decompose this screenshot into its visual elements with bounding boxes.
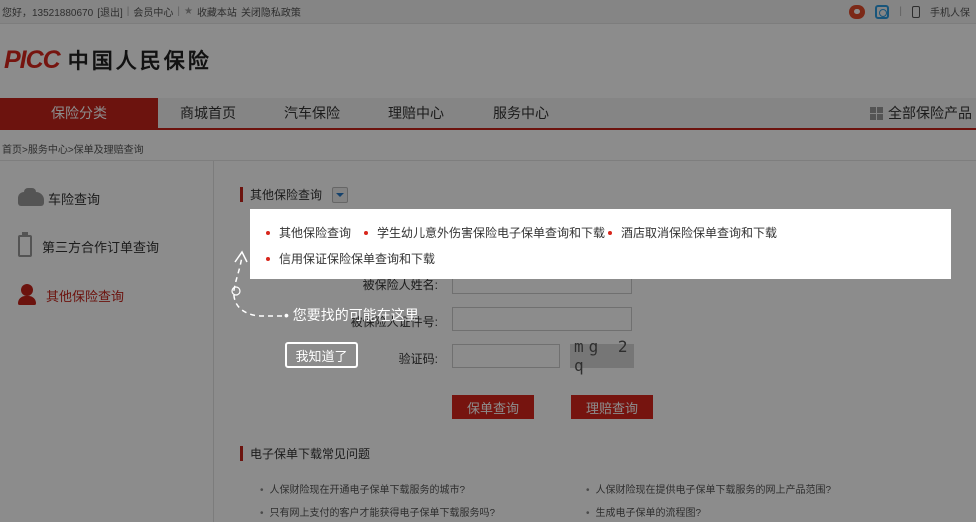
guide-hint: • 您要找的可能在这里 xyxy=(284,307,419,323)
dropdown-option[interactable]: 其他保险查询 xyxy=(266,224,351,241)
got-it-button[interactable]: 我知道了 xyxy=(285,342,358,368)
guide-hint-text: 您要找的可能在这里 xyxy=(292,307,419,323)
dropdown-option[interactable]: 学生幼儿意外伤害保险电子保单查询和下载 xyxy=(364,224,605,241)
query-type-dropdown: 其他保险查询 学生幼儿意外伤害保险电子保单查询和下载 酒店取消保险保单查询和下载… xyxy=(250,209,951,279)
dropdown-option[interactable]: 酒店取消保险保单查询和下载 xyxy=(608,224,777,241)
guide-arrow-icon xyxy=(231,250,282,317)
